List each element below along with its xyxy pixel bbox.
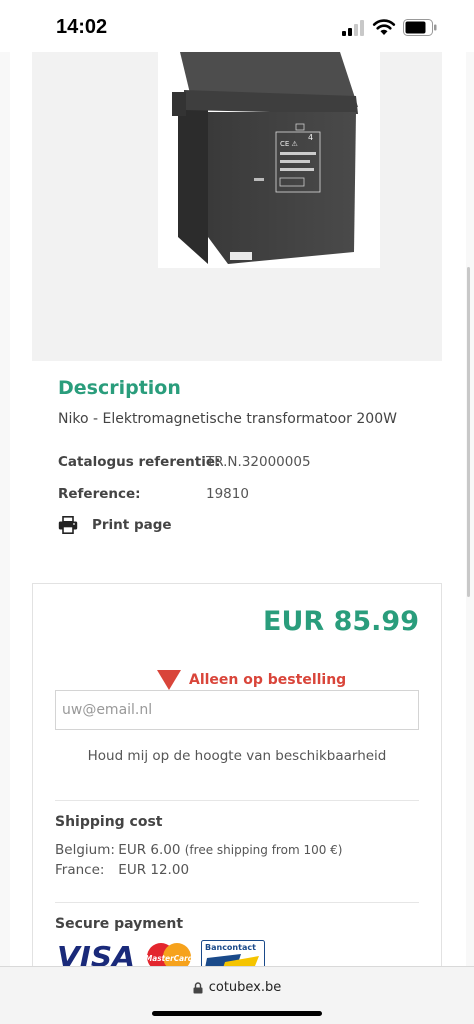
clock: 14:02 xyxy=(56,16,108,38)
warning-triangle-icon xyxy=(157,670,181,690)
transformer-image: CE ⚠ 4 xyxy=(172,52,358,264)
print-page-link[interactable]: Print page xyxy=(58,516,172,534)
description-heading: Description xyxy=(58,377,181,399)
svg-text:VISA: VISA xyxy=(57,940,135,966)
wifi-icon xyxy=(372,19,396,35)
reference-label: Reference: xyxy=(58,486,141,502)
catalog-reference-label: Catalogus referentie: xyxy=(58,454,221,470)
reference-value: 19810 xyxy=(206,486,249,502)
battery-icon xyxy=(403,19,437,36)
bancontact-logo: Bancontact xyxy=(201,940,265,966)
price: EUR 85.99 xyxy=(263,606,419,637)
product-image[interactable]: CE ⚠ 4 xyxy=(158,52,380,268)
payment-logos: VISA MasterCard Bancontact xyxy=(57,940,265,966)
web-page[interactable]: CE ⚠ 4 Description Niko - Elektromagneti… xyxy=(0,52,474,966)
printer-icon xyxy=(58,516,78,534)
address-bar[interactable]: cotubex.be xyxy=(0,980,474,995)
visa-logo: VISA xyxy=(57,940,135,966)
home-indicator[interactable] xyxy=(152,1011,322,1016)
shipping-line-france: France: EUR 12.00 xyxy=(55,862,189,878)
product-image-area: CE ⚠ 4 xyxy=(32,52,442,361)
shipping-cost-heading: Shipping cost xyxy=(55,814,163,830)
mastercard-logo: MasterCard xyxy=(145,943,193,966)
divider xyxy=(55,902,419,903)
shipping-price: EUR 6.00 xyxy=(118,842,181,858)
svg-text:Bancontact: Bancontact xyxy=(205,943,256,952)
secure-payment-heading: Secure payment xyxy=(55,916,184,932)
catalog-reference-value: TR.N.32000005 xyxy=(206,454,311,470)
shipping-line-belgium: Belgium: EUR 6.00 (free shipping from 10… xyxy=(55,842,342,858)
purchase-box: EUR 85.99 Alleen op bestelling Houd mij … xyxy=(32,583,442,966)
availability-text: Alleen op bestelling xyxy=(189,672,347,688)
shipping-price: EUR 12.00 xyxy=(118,862,190,878)
svg-text:MasterCard: MasterCard xyxy=(145,954,193,963)
notify-availability-button[interactable]: Houd mij op de hoogte van beschikbaarhei… xyxy=(33,748,441,764)
browser-url-bar: cotubex.be xyxy=(0,966,474,1024)
scrollbar-thumb[interactable] xyxy=(467,267,470,597)
divider xyxy=(55,800,419,801)
svg-text:CE ⚠: CE ⚠ xyxy=(280,140,299,148)
shipping-country: Belgium: xyxy=(55,842,115,858)
svg-text:4: 4 xyxy=(308,133,313,142)
cellular-signal-icon xyxy=(342,20,364,36)
shipping-country: France: xyxy=(55,862,105,878)
email-field[interactable] xyxy=(55,690,419,730)
availability-notice: Alleen op bestelling xyxy=(157,670,346,690)
status-bar: 14:02 xyxy=(0,0,474,52)
print-page-label: Print page xyxy=(92,517,172,533)
description-text: Niko - Elektromagnetische transformatoor… xyxy=(58,411,397,427)
shipping-note: (free shipping from 100 €) xyxy=(184,843,343,857)
lock-icon xyxy=(193,981,203,993)
url-text: cotubex.be xyxy=(208,980,282,995)
